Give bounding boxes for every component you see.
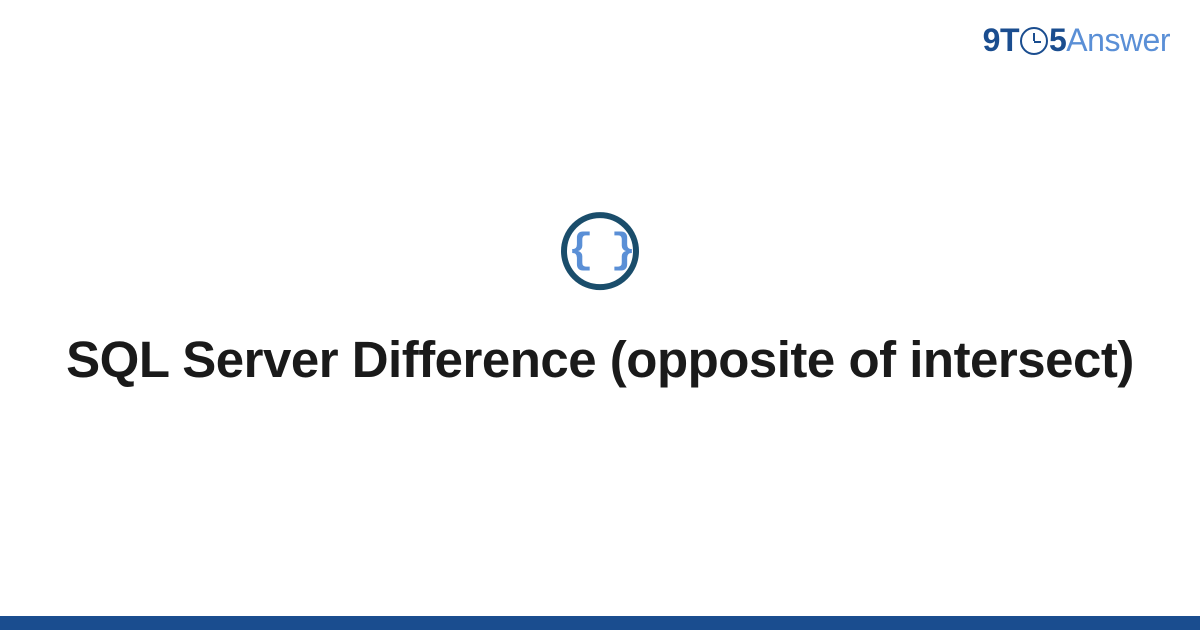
main-content: { } SQL Server Difference (opposite of i… (0, 213, 1200, 393)
clock-icon (1020, 27, 1048, 55)
logo-text-5: 5 (1049, 22, 1066, 59)
page-title: SQL Server Difference (opposite of inter… (60, 329, 1140, 393)
footer-accent-bar (0, 616, 1200, 630)
logo-text-answer: Answer (1066, 22, 1170, 59)
site-logo: 9T 5 Answer (983, 22, 1170, 59)
logo-text-9t: 9T (983, 22, 1019, 59)
category-icon-circle: { } (561, 213, 639, 291)
code-braces-icon: { } (568, 231, 632, 273)
